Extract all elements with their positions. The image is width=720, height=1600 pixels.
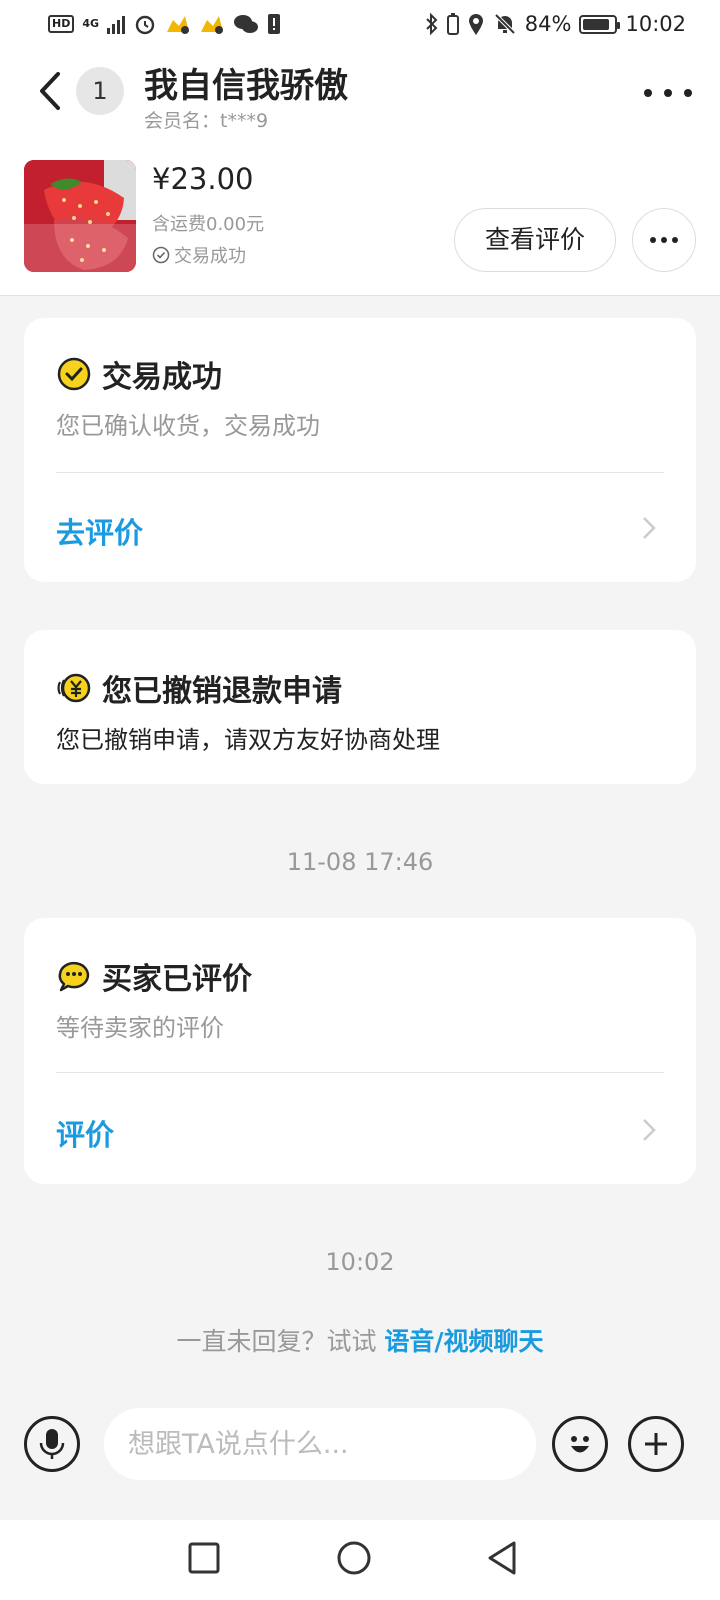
deal-status: 交易成功 — [152, 242, 246, 268]
status-right: 84% 10:02 — [425, 12, 686, 36]
network-type: 4G — [82, 17, 100, 30]
view-review-button[interactable]: 查看评价 — [454, 208, 616, 272]
member-name: 会员名：t***9 — [144, 110, 269, 132]
deal-success-card: 交易成功 您已确认收货，交易成功 去评价 — [24, 318, 696, 582]
app-icon — [167, 16, 190, 34]
battery-percent: 84% — [524, 12, 572, 36]
buyer-reviewed-card: 买家已评价 等待卖家的评价 评价 — [24, 918, 696, 1184]
battery-small-icon — [446, 13, 459, 35]
battery-icon — [579, 14, 621, 34]
microphone-icon — [39, 1429, 65, 1459]
hd-icon: HD — [48, 15, 75, 33]
wechat-icon — [234, 15, 259, 33]
card-divider — [56, 1072, 664, 1073]
battery-fill — [583, 18, 609, 30]
chat-header: 1 我自信我骄傲 会员名：t***9 — [0, 48, 720, 144]
status-time: 10:02 — [625, 12, 686, 36]
card-title: 您已撤销退款申请 — [56, 666, 342, 710]
card-title: 交易成功 — [56, 352, 222, 396]
bluetooth-icon — [426, 12, 438, 36]
card-title-text: 您已撤销退款申请 — [102, 674, 342, 709]
card-divider — [56, 472, 664, 473]
product-more-icon[interactable] — [632, 208, 696, 272]
status-bar: HD 4G 84% 10:02 — [0, 0, 720, 48]
recent-apps-icon[interactable] — [184, 1538, 224, 1578]
back-nav-icon[interactable] — [482, 1538, 522, 1578]
timestamp: 11-08 17:46 — [286, 848, 434, 876]
voice-video-chat-link[interactable]: 语音/视频聊天 — [384, 1327, 543, 1356]
message-input[interactable] — [104, 1408, 536, 1480]
card-title: 买家已评价 — [56, 954, 252, 998]
timestamp: 10:02 — [325, 1248, 395, 1276]
status-left: HD 4G — [48, 12, 281, 36]
message-bubble-icon — [58, 961, 90, 992]
card-title-text: 买家已评价 — [102, 962, 252, 997]
location-icon — [468, 14, 483, 35]
strawberry-image — [24, 160, 136, 272]
back-icon[interactable] — [30, 68, 70, 114]
card-title-text: 交易成功 — [102, 360, 222, 395]
system-nav-bar — [0, 1520, 720, 1600]
mute-icon — [494, 13, 516, 35]
unread-badge[interactable]: 1 — [76, 67, 124, 115]
hint-text: 一直未回复？试试 — [176, 1327, 377, 1356]
refund-yen-icon — [57, 673, 91, 703]
chevron-right-icon[interactable] — [642, 1118, 656, 1142]
product-thumbnail[interactable] — [24, 160, 136, 272]
review-link[interactable]: 评价 — [56, 1112, 114, 1154]
card-subtitle: 您已确认收货，交易成功 — [56, 412, 320, 440]
product-bar: ¥23.00 含运费0.00元 交易成功 查看评价 — [0, 144, 720, 296]
go-review-link[interactable]: 去评价 — [56, 510, 143, 552]
refund-cancelled-card: 您已撤销退款申请 您已撤销申请，请双方友好协商处理 — [24, 630, 696, 784]
success-check-icon — [57, 357, 91, 391]
emoji-button[interactable] — [552, 1416, 608, 1472]
shipping-fee: 含运费0.00元 — [152, 214, 265, 235]
card-subtitle: 等待卖家的评价 — [56, 1014, 224, 1042]
signal-icon — [107, 14, 126, 34]
more-options-icon[interactable] — [644, 78, 692, 108]
notification-icon — [268, 14, 281, 34]
product-price: ¥23.00 — [152, 162, 254, 196]
chevron-right-icon[interactable] — [642, 516, 656, 540]
app-icon — [201, 16, 224, 34]
reply-hint: 一直未回复？试试 语音/视频聊天 — [0, 1322, 720, 1358]
alarm-icon — [135, 15, 155, 35]
home-icon[interactable] — [334, 1538, 374, 1578]
voice-input-button[interactable] — [24, 1416, 80, 1472]
check-circle-icon — [152, 246, 170, 264]
chat-name: 我自信我骄傲 — [144, 66, 348, 106]
input-bar — [0, 1396, 720, 1516]
plus-icon — [645, 1433, 667, 1455]
deal-status-label: 交易成功 — [174, 246, 246, 267]
card-subtitle: 您已撤销申请，请双方友好协商处理 — [56, 726, 440, 754]
more-functions-button[interactable] — [628, 1416, 684, 1472]
emoji-icon — [571, 1436, 589, 1453]
